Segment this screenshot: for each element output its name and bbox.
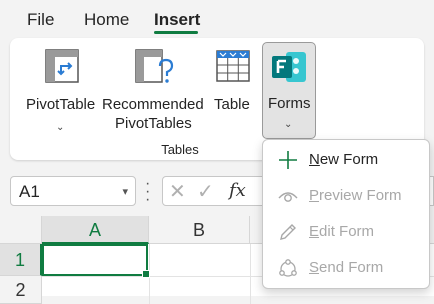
eye-icon xyxy=(277,185,299,207)
enter-icon[interactable]: ✓ xyxy=(197,179,214,204)
pivottable-button[interactable]: PivotTable ⌄ xyxy=(22,44,100,136)
ribbon-tabs: File Home Insert xyxy=(0,0,434,38)
recommended-label-line1: Recommended xyxy=(102,96,204,113)
menu-item-label: New Form xyxy=(309,151,379,168)
column-header-b[interactable]: B xyxy=(149,216,250,244)
cancel-icon[interactable]: ✕ xyxy=(169,179,186,204)
menu-item-preview-form[interactable]: Preview Form xyxy=(263,178,429,214)
active-cell[interactable] xyxy=(42,244,150,278)
forms-label: Forms xyxy=(268,95,311,112)
forms-dropdown-menu: New Form Preview Form Edit Form Send For… xyxy=(262,139,430,289)
fill-handle[interactable] xyxy=(142,270,150,278)
chevron-down-icon: ⌄ xyxy=(284,119,293,130)
row-header-2[interactable]: 2 xyxy=(0,276,42,304)
table-button[interactable]: Table xyxy=(208,44,258,136)
tab-insert[interactable]: Insert xyxy=(154,10,200,30)
menu-item-edit-form[interactable]: Edit Form xyxy=(263,214,429,250)
name-box-value: A1 xyxy=(19,182,40,201)
insert-function-icon[interactable]: fx xyxy=(229,180,246,201)
pencil-icon xyxy=(277,221,299,243)
share-icon xyxy=(277,257,299,279)
group-label-tables: Tables xyxy=(161,142,199,157)
row-header-1[interactable]: 1 xyxy=(0,244,42,276)
column-header-a[interactable]: A xyxy=(42,216,149,244)
table-label: Table xyxy=(214,96,250,113)
select-all-corner[interactable] xyxy=(0,216,42,244)
menu-item-label: Edit Form xyxy=(309,223,375,240)
more-options-icon[interactable]: · · · xyxy=(145,176,150,208)
table-icon xyxy=(215,48,251,89)
chevron-down-icon: ⌄ xyxy=(56,122,65,133)
recommended-pivottables-button[interactable]: Recommended PivotTables xyxy=(102,44,204,136)
menu-item-label: Preview Form xyxy=(309,187,402,204)
recommended-pivottables-icon xyxy=(134,48,174,91)
chevron-down-icon[interactable]: ▾ xyxy=(122,185,128,198)
microsoft-forms-icon xyxy=(270,49,308,90)
grid-line xyxy=(250,244,251,304)
menu-item-label: Send Form xyxy=(309,259,384,276)
forms-button[interactable]: Forms ⌄ xyxy=(262,42,316,139)
plus-icon xyxy=(277,149,299,171)
recommended-label-line2: PivotTables xyxy=(115,115,192,132)
pivottable-label: PivotTable xyxy=(26,96,96,113)
name-box[interactable]: A1 ▾ xyxy=(10,176,136,206)
pivottable-icon xyxy=(44,48,80,89)
menu-item-new-form[interactable]: New Form xyxy=(263,142,429,178)
active-tab-indicator xyxy=(154,31,198,34)
menu-item-send-form[interactable]: Send Form xyxy=(263,250,429,286)
tab-file[interactable]: File xyxy=(27,10,54,30)
tab-home[interactable]: Home xyxy=(84,10,129,30)
